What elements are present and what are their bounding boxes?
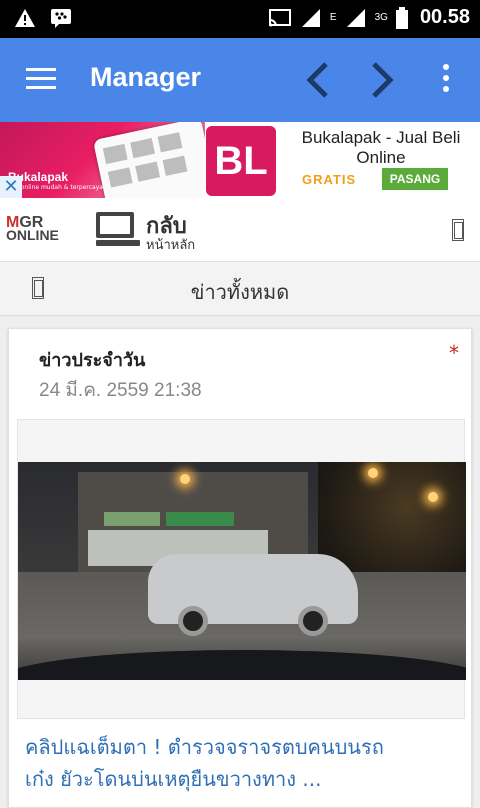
app-bar: Manager — [0, 38, 480, 122]
section-bar: ข่าวทั้งหมด — [0, 262, 480, 316]
site-header: MGR ONLINE กลับ หน้าหลัก — [0, 198, 480, 262]
clock: 00.58 — [419, 6, 470, 28]
data-type: 3G — [374, 12, 388, 23]
cast-icon — [268, 8, 291, 26]
bbm-icon — [51, 9, 71, 28]
ad-install-button[interactable]: PASANG — [382, 168, 448, 190]
chevron-right-icon[interactable] — [364, 60, 400, 100]
menu-icon[interactable] — [26, 68, 56, 92]
ad-title[interactable]: Bukalapak - Jual Beli Online — [288, 128, 474, 168]
app-title: Manager — [90, 62, 202, 92]
ad-banner[interactable]: Bukalapak beli online mudah & terpercaya… — [0, 122, 480, 198]
section-title: ข่าวทั้งหมด — [190, 280, 290, 304]
mgr-online-logo[interactable]: MGR ONLINE — [6, 215, 59, 243]
status-bar: E 3G 00.58 — [0, 0, 480, 38]
ad-tagline: beli online mudah & terpercaya — [8, 184, 103, 191]
card-date: 24 มี.ค. 2559 21:38 — [39, 380, 202, 401]
computer-icon — [96, 212, 140, 250]
network-type: E — [329, 12, 337, 23]
news-headline[interactable]: คลิปแฉเต็มตา ! ตำรวจจราจรตบคนบนรถ เก๋ง ย… — [25, 731, 455, 795]
missing-glyph-icon[interactable] — [452, 219, 464, 241]
favorite-star-icon[interactable]: * — [449, 341, 459, 365]
ad-price: GRATIS — [302, 172, 357, 187]
home-button[interactable]: กลับ หน้าหลัก — [96, 208, 216, 254]
card-category: ข่าวประจำวัน — [39, 350, 146, 371]
ad-phone-mockup — [92, 122, 205, 198]
alert-icon — [15, 9, 35, 27]
signal-icon — [301, 8, 320, 27]
news-card[interactable]: ข่าวประจำวัน 24 มี.ค. 2559 21:38 * คลิปแ… — [8, 328, 472, 808]
battery-icon — [395, 6, 408, 29]
chevron-left-icon[interactable] — [300, 60, 336, 100]
news-media[interactable] — [17, 419, 466, 719]
home-sublabel: หน้าหลัก — [146, 238, 196, 253]
more-vert-icon[interactable] — [436, 64, 456, 98]
ad-logo[interactable]: BL — [206, 126, 276, 196]
signal-icon — [346, 8, 365, 27]
ad-image[interactable]: Bukalapak beli online mudah & terpercaya — [0, 122, 205, 198]
news-video-thumbnail[interactable] — [18, 462, 466, 680]
ad-close-icon[interactable]: ✕ — [0, 176, 22, 198]
